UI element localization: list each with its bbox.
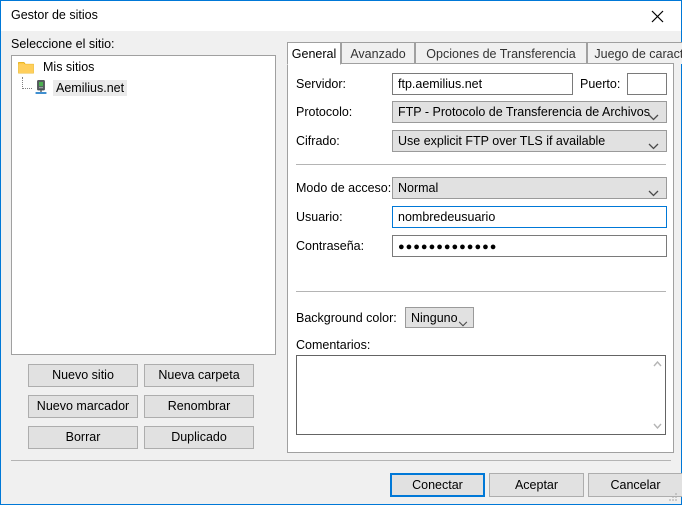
server-label: Servidor: bbox=[296, 77, 347, 91]
user-input[interactable] bbox=[392, 206, 667, 228]
resize-grip[interactable] bbox=[668, 491, 678, 501]
scroll-down-icon[interactable] bbox=[649, 418, 665, 434]
protocol-select-value: FTP - Protocolo de Transferencia de Arch… bbox=[398, 105, 650, 119]
divider-1 bbox=[296, 164, 666, 165]
server-input[interactable] bbox=[392, 73, 573, 95]
encryption-select-value: Use explicit FTP over TLS if available bbox=[398, 134, 606, 148]
access-mode-label: Modo de acceso: bbox=[296, 181, 392, 195]
site-tree[interactable]: Mis sitios Aemilius.net bbox=[11, 55, 276, 355]
tree-item-label: Mis sitios bbox=[43, 59, 95, 74]
access-mode-select[interactable]: Normal bbox=[392, 177, 667, 199]
ok-button[interactable]: Aceptar bbox=[489, 473, 584, 497]
access-mode-select-value: Normal bbox=[398, 181, 439, 195]
comments-textarea[interactable] bbox=[296, 355, 666, 435]
general-tab-panel: Servidor: Puerto: Protocolo: FTP - Proto… bbox=[287, 63, 674, 453]
site-manager-dialog: Gestor de sitios Seleccione el sitio: Mi… bbox=[0, 0, 682, 505]
protocol-label: Protocolo: bbox=[296, 105, 353, 119]
connect-button[interactable]: Conectar bbox=[390, 473, 485, 497]
duplicate-button[interactable]: Duplicado bbox=[144, 426, 254, 449]
tab-juego-de-caracteres[interactable]: Juego de caracteres bbox=[587, 42, 682, 64]
tree-item-label: Aemilius.net bbox=[53, 79, 128, 96]
tab-strip: General Avanzado Opciones de Transferenc… bbox=[287, 42, 682, 65]
new-site-button[interactable]: Nuevo sitio bbox=[28, 364, 138, 387]
tab-opciones-de-transferencia[interactable]: Opciones de Transferencia bbox=[415, 42, 587, 64]
port-input[interactable] bbox=[627, 73, 667, 95]
tree-connector bbox=[22, 77, 32, 89]
tree-item-aemilius-net[interactable]: Aemilius.net bbox=[12, 77, 275, 98]
close-button[interactable] bbox=[635, 1, 681, 31]
background-color-select[interactable]: Ninguno bbox=[405, 307, 474, 328]
password-label: Contraseña: bbox=[296, 239, 365, 253]
port-label: Puerto: bbox=[580, 77, 621, 91]
window-title: Gestor de sitios bbox=[11, 8, 98, 22]
encryption-label: Cifrado: bbox=[296, 134, 340, 148]
background-color-select-value: Ninguno bbox=[411, 310, 458, 325]
chevron-down-icon bbox=[648, 139, 659, 151]
chevron-down-icon bbox=[458, 316, 468, 328]
select-site-label: Seleccione el sitio: bbox=[11, 37, 115, 51]
server-icon bbox=[34, 80, 48, 95]
divider-2 bbox=[296, 291, 666, 292]
comments-scrollbar[interactable] bbox=[649, 356, 665, 434]
password-input[interactable] bbox=[392, 235, 667, 257]
tab-general[interactable]: General bbox=[287, 42, 341, 65]
user-label: Usuario: bbox=[296, 210, 343, 224]
chevron-down-icon bbox=[648, 110, 659, 122]
new-bookmark-button[interactable]: Nuevo marcador bbox=[28, 395, 138, 418]
folder-icon bbox=[18, 60, 34, 74]
footer-divider bbox=[11, 460, 671, 461]
tab-avanzado[interactable]: Avanzado bbox=[341, 42, 415, 64]
delete-button[interactable]: Borrar bbox=[28, 426, 138, 449]
new-folder-button[interactable]: Nueva carpeta bbox=[144, 364, 254, 387]
encryption-select[interactable]: Use explicit FTP over TLS if available bbox=[392, 130, 667, 152]
chevron-down-icon bbox=[648, 186, 659, 198]
rename-button[interactable]: Renombrar bbox=[144, 395, 254, 418]
title-bar: Gestor de sitios bbox=[1, 1, 681, 31]
scroll-up-icon[interactable] bbox=[649, 356, 665, 372]
tree-item-mis-sitios[interactable]: Mis sitios bbox=[12, 56, 275, 77]
comments-label: Comentarios: bbox=[296, 338, 371, 352]
background-color-label: Background color: bbox=[296, 311, 397, 325]
protocol-select[interactable]: FTP - Protocolo de Transferencia de Arch… bbox=[392, 101, 667, 123]
